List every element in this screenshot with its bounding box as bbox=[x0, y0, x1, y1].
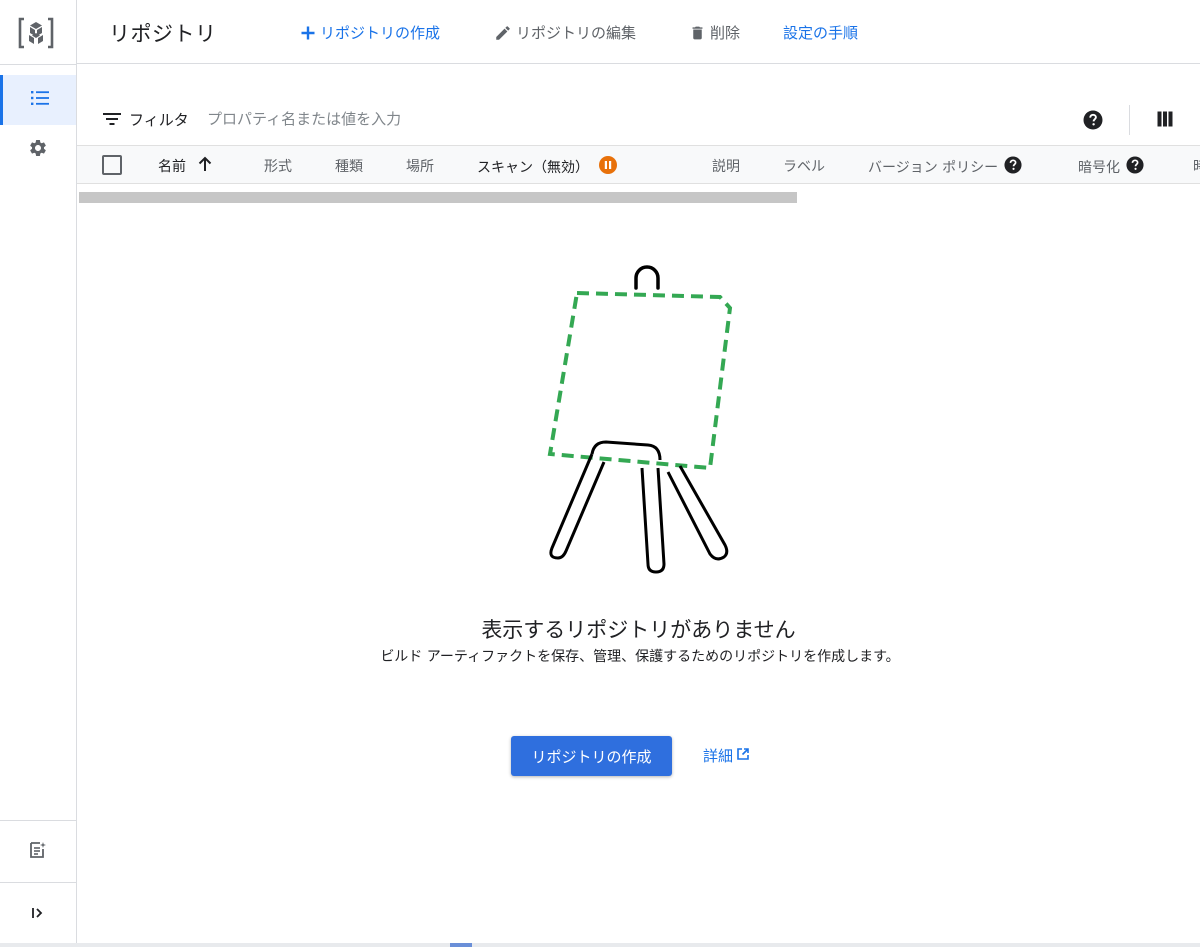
gear-icon bbox=[28, 138, 48, 162]
column-header-name-label: 名前 bbox=[158, 159, 186, 175]
edit-repository-label: リポジトリの編集 bbox=[516, 24, 637, 42]
page-header: リポジトリ リポジトリの作成 リポジトリの編集 削除 設定の手順 bbox=[77, 0, 1200, 64]
create-repository-button[interactable]: リポジトリの作成 bbox=[300, 22, 440, 43]
column-header-encryption-label: 暗号化 bbox=[1078, 160, 1120, 176]
create-repository-label: リポジトリの作成 bbox=[320, 24, 441, 42]
column-header-scan-label: スキャン（無効） bbox=[477, 160, 589, 176]
column-header-name[interactable]: 名前 bbox=[158, 156, 212, 176]
setup-instructions-label: 設定の手順 bbox=[783, 24, 859, 42]
column-header-type[interactable]: 種類 bbox=[335, 156, 363, 176]
pencil-icon bbox=[494, 24, 512, 42]
toolbar-divider bbox=[1129, 105, 1130, 135]
arrow-up-icon bbox=[198, 156, 212, 176]
setup-instructions-button[interactable]: 設定の手順 bbox=[783, 22, 858, 43]
learn-more-link[interactable]: 詳細 bbox=[703, 745, 750, 766]
rail-expand-button[interactable] bbox=[0, 889, 76, 939]
column-header-encryption[interactable]: 暗号化 bbox=[1078, 156, 1144, 178]
pause-status-icon bbox=[599, 156, 617, 178]
column-header-version-policy-label: バージョン ポリシー bbox=[868, 160, 999, 176]
filter-icon bbox=[103, 111, 121, 130]
column-header-more[interactable]: 時 bbox=[1193, 156, 1200, 176]
window-bottom-edge bbox=[0, 943, 1200, 947]
left-rail bbox=[0, 0, 77, 943]
horizontal-scrollbar[interactable] bbox=[79, 192, 797, 203]
release-notes-icon bbox=[28, 840, 48, 864]
artifact-registry-logo-icon[interactable] bbox=[14, 13, 58, 53]
column-header-description[interactable]: 説明 bbox=[712, 156, 740, 176]
rail-item-release-notes[interactable] bbox=[0, 827, 76, 877]
rail-item-repositories[interactable] bbox=[0, 75, 76, 125]
rail-item-settings[interactable] bbox=[0, 125, 76, 175]
edit-repository-button[interactable]: リポジトリの編集 bbox=[494, 22, 636, 43]
column-display-options-icon[interactable] bbox=[1157, 111, 1173, 131]
filter-input[interactable] bbox=[207, 104, 907, 134]
learn-more-label: 詳細 bbox=[703, 747, 734, 765]
rail-divider bbox=[0, 820, 76, 821]
page-title: リポジトリ bbox=[109, 22, 217, 46]
open-in-new-icon bbox=[736, 747, 750, 765]
column-header-format[interactable]: 形式 bbox=[264, 156, 292, 176]
rail-divider bbox=[0, 64, 76, 65]
help-icon[interactable] bbox=[1004, 156, 1022, 178]
rail-divider bbox=[0, 882, 76, 883]
column-header-labels[interactable]: ラベル bbox=[783, 156, 825, 176]
column-header-version-policy[interactable]: バージョン ポリシー bbox=[868, 156, 1022, 178]
delete-label: 削除 bbox=[710, 24, 741, 42]
trash-icon bbox=[689, 24, 706, 42]
filter-bar: フィルタ bbox=[77, 96, 1200, 144]
help-icon[interactable] bbox=[1126, 156, 1144, 178]
filter-label: フィルタ bbox=[129, 111, 189, 129]
delete-button[interactable]: 削除 bbox=[689, 22, 740, 43]
empty-easel-illustration bbox=[547, 265, 733, 574]
taskbar-indicator bbox=[450, 943, 472, 947]
list-icon bbox=[30, 89, 50, 111]
plus-icon bbox=[300, 25, 316, 41]
create-repository-primary-button[interactable]: リポジトリの作成 bbox=[511, 736, 672, 776]
column-header-scan[interactable]: スキャン（無効） bbox=[477, 156, 617, 178]
column-header-location[interactable]: 場所 bbox=[406, 156, 434, 176]
empty-state-description: ビルド アーティファクトを保存、管理、保護するためのリポジトリを作成します。 bbox=[380, 649, 900, 665]
table-header: 名前 形式 種類 場所 スキャン（無効） 説明 ラベル バージョン ポリシー 暗… bbox=[77, 145, 1200, 184]
expand-right-icon bbox=[30, 905, 46, 924]
help-icon[interactable] bbox=[1083, 110, 1103, 134]
select-all-checkbox[interactable] bbox=[102, 155, 122, 175]
empty-state-title: 表示するリポジトリがありません bbox=[481, 618, 796, 642]
